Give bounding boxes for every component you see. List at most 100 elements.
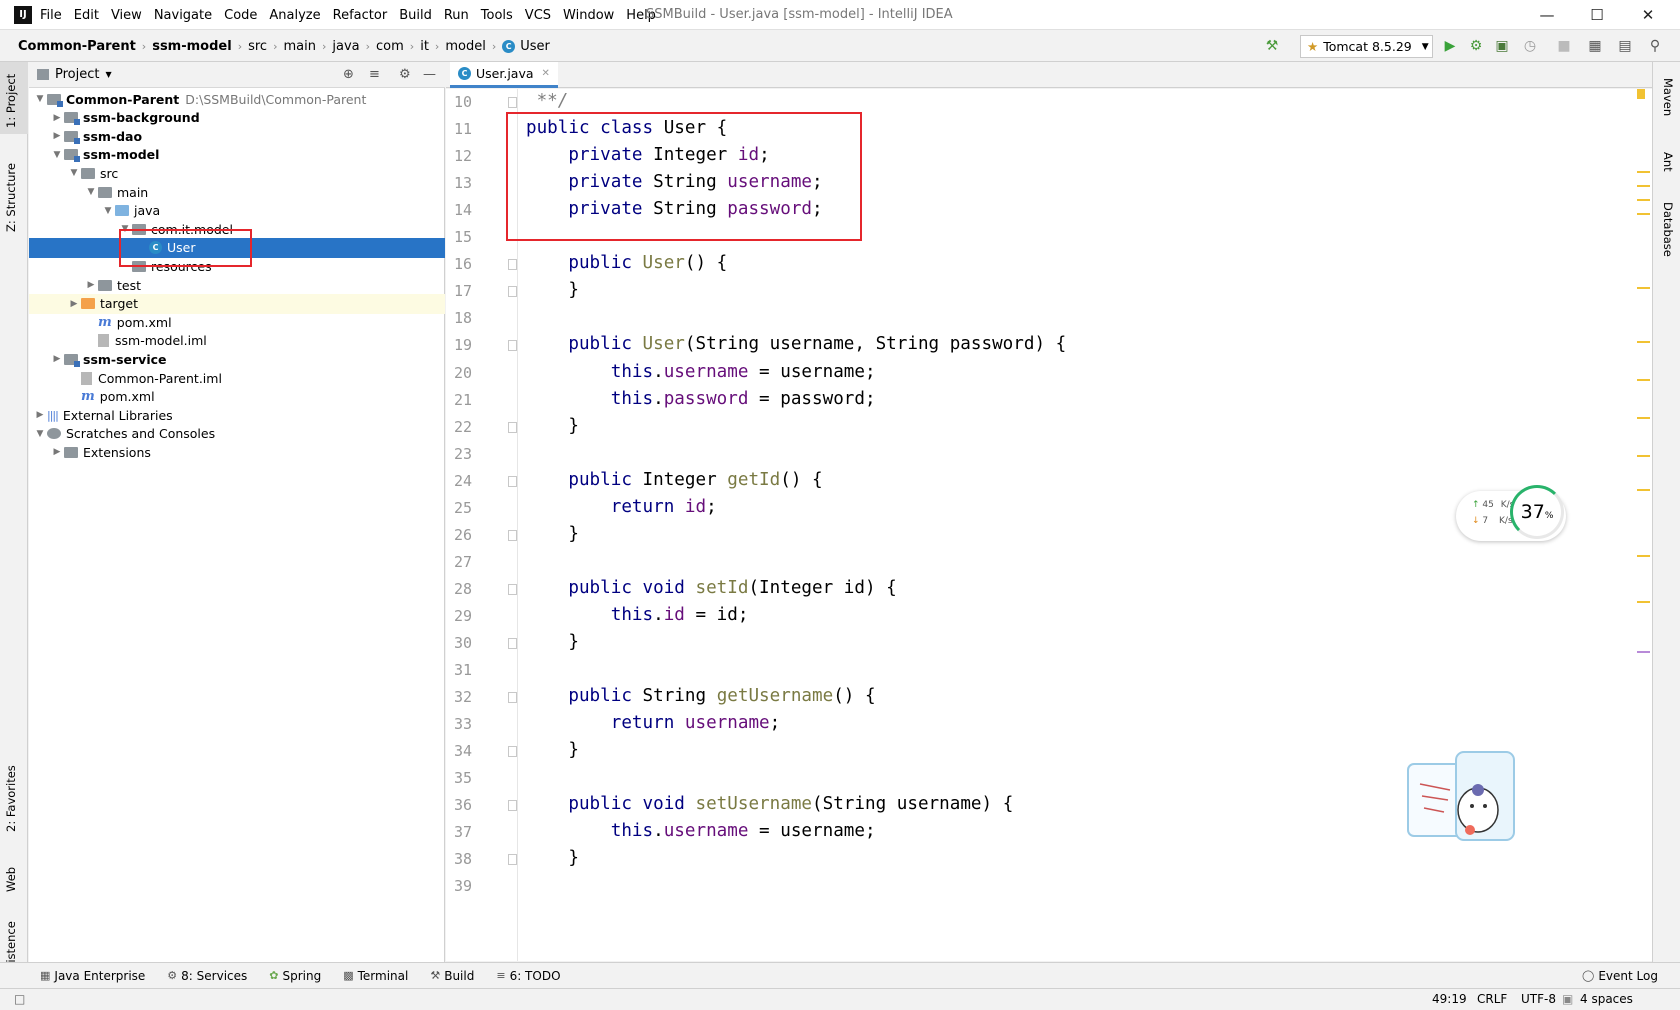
coverage-icon[interactable]: ▣ bbox=[1492, 36, 1512, 56]
tree-item[interactable]: ▼ ssm-model bbox=[29, 145, 445, 165]
tree-item[interactable]: ▼ java bbox=[29, 201, 445, 221]
build-hammer-icon[interactable]: ⚒ bbox=[1262, 36, 1282, 56]
code-line[interactable]: this.id = id; bbox=[526, 605, 749, 625]
code-line[interactable]: } bbox=[526, 280, 579, 300]
breadcrumb-item[interactable]: it bbox=[420, 39, 429, 54]
expand-arrow-icon[interactable]: ▶ bbox=[50, 113, 64, 123]
stripe-mark[interactable] bbox=[1637, 417, 1650, 419]
expand-arrow-icon[interactable]: ▶ bbox=[50, 131, 64, 141]
menu-item-edit[interactable]: Edit bbox=[74, 8, 99, 23]
hide-panel-icon[interactable]: — bbox=[423, 67, 436, 82]
tab-maven[interactable]: Maven bbox=[1661, 78, 1675, 116]
tree-item[interactable]: ▶ target bbox=[29, 293, 445, 314]
tree-item[interactable]: ▶ |||| External Libraries bbox=[29, 405, 445, 425]
expand-arrow-icon[interactable]: ▶ bbox=[33, 410, 47, 420]
stripe-mark[interactable] bbox=[1637, 379, 1650, 381]
run-icon[interactable]: ▶ bbox=[1440, 36, 1460, 56]
breadcrumb-item[interactable]: com bbox=[376, 39, 404, 54]
tool-build[interactable]: ⚒ Build bbox=[430, 969, 474, 983]
locate-icon[interactable]: ⊕ bbox=[343, 67, 354, 82]
code-line[interactable]: public User() { bbox=[526, 253, 727, 273]
tool-spring[interactable]: ✿ Spring bbox=[269, 969, 321, 983]
code-line[interactable]: } bbox=[526, 848, 579, 868]
breadcrumb-item[interactable]: java bbox=[332, 39, 359, 54]
line-separator[interactable]: CRLF bbox=[1477, 992, 1507, 1006]
project-view-label[interactable]: Project bbox=[55, 67, 99, 82]
expand-arrow-icon[interactable]: ▼ bbox=[50, 150, 64, 160]
breadcrumb-item[interactable]: src bbox=[248, 39, 267, 54]
tool-terminal[interactable]: ▩ Terminal bbox=[343, 969, 408, 983]
expand-arrow-icon[interactable]: ▼ bbox=[84, 187, 98, 197]
code-line[interactable]: public void setId(Integer id) { bbox=[526, 578, 896, 598]
menu-item-vcs[interactable]: VCS bbox=[525, 8, 551, 23]
tree-item[interactable]: ▶ ssm-background bbox=[29, 108, 445, 128]
stripe-mark[interactable] bbox=[1637, 601, 1650, 603]
expand-arrow-icon[interactable]: ▼ bbox=[101, 206, 115, 216]
tab-project[interactable]: 1: Project bbox=[4, 74, 18, 128]
code-line[interactable]: } bbox=[526, 416, 579, 436]
tree-item[interactable]: Common-Parent.iml bbox=[29, 368, 445, 388]
menu-item-view[interactable]: View bbox=[111, 8, 142, 23]
close-icon[interactable]: ✕ bbox=[1625, 0, 1671, 30]
error-stripe[interactable] bbox=[1637, 89, 1652, 961]
tree-item[interactable]: ▼ Scratches and Consoles bbox=[29, 424, 445, 444]
menu-item-build[interactable]: Build bbox=[399, 8, 432, 23]
code-line[interactable]: public void setUsername(String username)… bbox=[526, 794, 1013, 814]
stripe-mark[interactable] bbox=[1637, 185, 1650, 187]
tab-web[interactable]: Web bbox=[4, 867, 18, 892]
stripe-mark[interactable] bbox=[1637, 171, 1650, 173]
menu-item-window[interactable]: Window bbox=[563, 8, 614, 23]
menu-item-navigate[interactable]: Navigate bbox=[154, 8, 212, 23]
code-line[interactable]: return id; bbox=[526, 497, 717, 517]
stripe-mark[interactable] bbox=[1637, 489, 1650, 491]
menu-item-run[interactable]: Run bbox=[444, 8, 469, 23]
tab-ant[interactable]: Ant bbox=[1661, 152, 1675, 172]
stripe-mark[interactable] bbox=[1637, 213, 1650, 215]
tree-item[interactable]: m pom.xml bbox=[29, 312, 445, 332]
tab-favorites[interactable]: 2: Favorites bbox=[4, 765, 18, 832]
debug-icon[interactable]: ⚙ bbox=[1466, 36, 1486, 56]
panel-toggle-icon[interactable]: □ bbox=[14, 992, 25, 1006]
gear-icon[interactable]: ⚙ bbox=[399, 67, 411, 82]
expand-arrow-icon[interactable]: ▶ bbox=[67, 299, 81, 309]
breadcrumb-item[interactable]: main bbox=[283, 39, 315, 54]
tool-services[interactable]: ⚙ 8: Services bbox=[167, 969, 247, 983]
tool-todo[interactable]: ≡ 6: TODO bbox=[496, 969, 560, 983]
expand-arrow-icon[interactable]: ▼ bbox=[67, 168, 81, 178]
menu-item-analyze[interactable]: Analyze bbox=[269, 8, 320, 23]
stripe-mark[interactable] bbox=[1637, 651, 1650, 653]
tree-item[interactable]: ssm-model.iml bbox=[29, 331, 445, 351]
code-line[interactable]: public Integer getId() { bbox=[526, 470, 822, 490]
tree-item[interactable]: ▼ src bbox=[29, 163, 445, 183]
stripe-mark[interactable] bbox=[1637, 555, 1650, 557]
run-configuration-select[interactable]: ★ Tomcat 8.5.29 ▼ bbox=[1300, 35, 1433, 58]
tree-item[interactable]: ▶ ssm-dao bbox=[29, 126, 445, 146]
minimize-icon[interactable]: — bbox=[1524, 0, 1570, 30]
stripe-mark[interactable] bbox=[1637, 455, 1650, 457]
stripe-mark[interactable] bbox=[1637, 341, 1650, 343]
expand-arrow-icon[interactable]: ▼ bbox=[33, 429, 47, 439]
code-line[interactable]: this.password = password; bbox=[526, 389, 876, 409]
expand-arrow-icon[interactable]: ▼ bbox=[33, 94, 47, 104]
stripe-mark[interactable] bbox=[1637, 89, 1645, 99]
code-line[interactable]: } bbox=[526, 740, 579, 760]
sdk-icon[interactable]: ▤ bbox=[1615, 36, 1635, 56]
tool-event-log[interactable]: ◯ Event Log bbox=[1582, 969, 1658, 983]
menu-item-refactor[interactable]: Refactor bbox=[333, 8, 388, 23]
stripe-mark[interactable] bbox=[1637, 199, 1650, 201]
code-line[interactable]: return username; bbox=[526, 713, 781, 733]
expand-arrow-icon[interactable]: ▶ bbox=[50, 447, 64, 457]
expand-arrow-icon[interactable]: ▶ bbox=[50, 354, 64, 364]
tree-item[interactable]: ▼ main bbox=[29, 182, 445, 202]
search-everywhere-icon[interactable]: ⚲ bbox=[1645, 36, 1665, 56]
menu-item-file[interactable]: File bbox=[40, 8, 62, 23]
tab-database[interactable]: Database bbox=[1661, 202, 1675, 257]
profiler-icon[interactable]: ◷ bbox=[1520, 36, 1540, 56]
breadcrumb-item[interactable]: ssm-model bbox=[152, 39, 231, 54]
code-line[interactable]: public String getUsername() { bbox=[526, 686, 875, 706]
menu-item-tools[interactable]: Tools bbox=[481, 8, 513, 23]
expand-arrow-icon[interactable]: ▶ bbox=[84, 280, 98, 290]
code-line[interactable]: this.username = username; bbox=[526, 821, 876, 841]
code-line[interactable]: this.username = username; bbox=[526, 362, 876, 382]
tool-java-enterprise[interactable]: ▦ Java Enterprise bbox=[40, 969, 145, 983]
